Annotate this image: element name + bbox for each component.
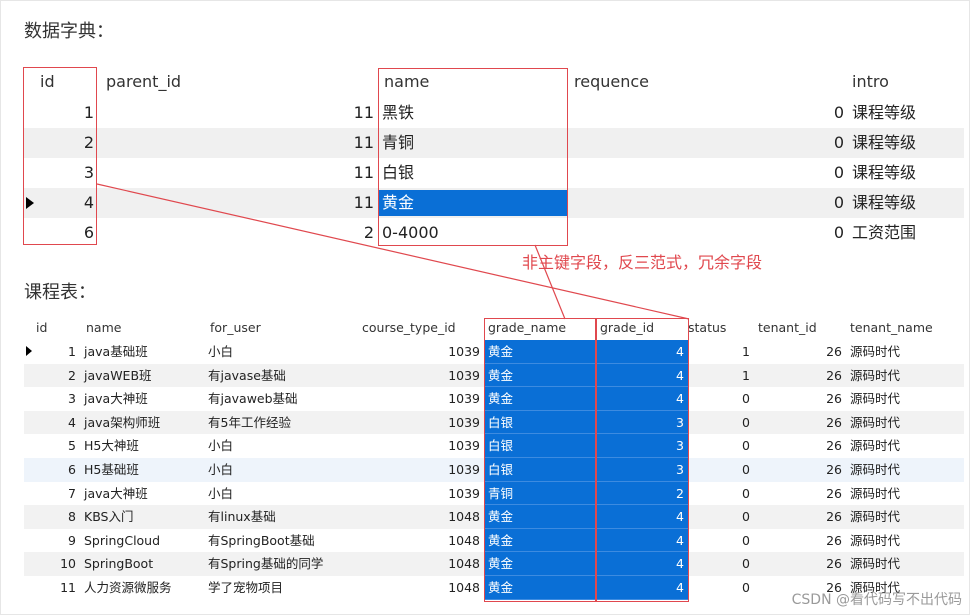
annotation-label: 非主键字段，反三范式，冗余字段	[522, 253, 763, 272]
annotation-lines	[96, 183, 690, 320]
watermark: CSDN @看代码写不出代码	[791, 592, 962, 608]
